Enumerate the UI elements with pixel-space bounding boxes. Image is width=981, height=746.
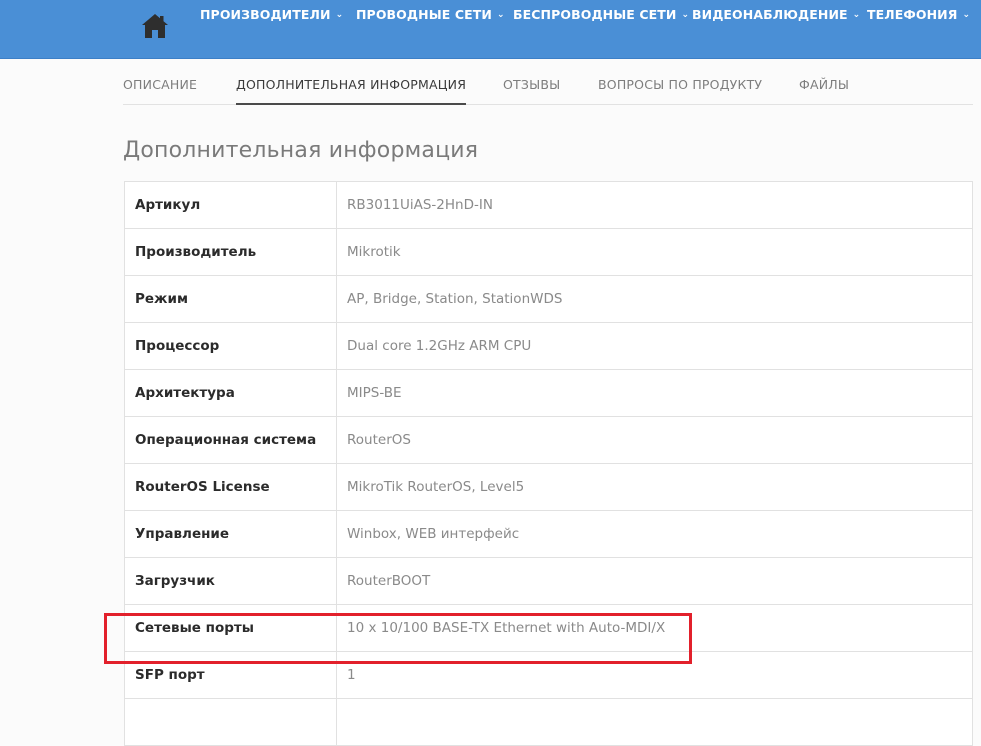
- tab-reviews[interactable]: ОТЗЫВЫ: [503, 77, 560, 92]
- spec-key: RouterOS License: [124, 463, 337, 511]
- nav-item-wireless-networks[interactable]: БЕСПРОВОДНЫЕ СЕТИ ⌄: [513, 7, 689, 22]
- spec-key: Загрузчик: [124, 557, 337, 605]
- spec-key: SFP порт: [124, 651, 337, 699]
- specs-table: Артикул RB3011UiAS-2HnD-IN Производитель M…: [124, 181, 973, 746]
- spec-value: AP, Bridge, Station, StationWDS: [336, 275, 973, 323]
- chevron-down-icon: ⌄: [335, 10, 344, 20]
- nav-item-video-surveillance[interactable]: ВИДЕОНАБЛЮДЕНИЕ ⌄: [692, 7, 860, 22]
- table-row: Режим AP, Bridge, Station, StationWDS: [124, 275, 973, 323]
- spec-value: RB3011UiAS-2HnD-IN: [336, 181, 973, 229]
- spec-value: 1: [336, 651, 973, 699]
- table-row: Производитель Mikrotik: [124, 228, 973, 276]
- chevron-down-icon: ⌄: [962, 10, 971, 20]
- table-row: Операционная система RouterOS: [124, 416, 973, 464]
- spec-key: [124, 698, 337, 746]
- spec-key: Сетевые порты: [124, 604, 337, 652]
- table-row: Сетевые порты 10 x 10/100 BASE-TX Etherne…: [124, 604, 973, 652]
- table-row: Артикул RB3011UiAS-2HnD-IN: [124, 181, 973, 229]
- tab-product-questions[interactable]: ВОПРОСЫ ПО ПРОДУКТУ: [598, 77, 762, 92]
- nav-item-telephony[interactable]: ТЕЛЕФОНИЯ ⌄: [867, 7, 970, 22]
- nav-item-manufacturers[interactable]: ПРОИЗВОДИТЕЛИ ⌄: [200, 7, 343, 22]
- tab-files[interactable]: ФАЙЛЫ: [799, 77, 849, 92]
- spec-value: Mikrotik: [336, 228, 973, 276]
- table-row: [124, 698, 973, 746]
- spec-key: Управление: [124, 510, 337, 558]
- nav-item-wired-networks[interactable]: ПРОВОДНЫЕ СЕТИ ⌄: [356, 7, 505, 22]
- table-row: Загрузчик RouterBOOT: [124, 557, 973, 605]
- table-row: RouterOS License MikroTik RouterOS, Level…: [124, 463, 973, 511]
- chevron-down-icon: ⌄: [496, 10, 505, 20]
- table-row: SFP порт 1: [124, 651, 973, 699]
- spec-key: Режим: [124, 275, 337, 323]
- chevron-down-icon: ⌄: [852, 10, 861, 20]
- spec-value: RouterBOOT: [336, 557, 973, 605]
- chevron-down-icon: ⌄: [681, 10, 690, 20]
- tab-additional-info[interactable]: ДОПОЛНИТЕЛЬНАЯ ИНФОРМАЦИЯ: [236, 77, 467, 105]
- spec-key: Артикул: [124, 181, 337, 229]
- table-row: Процессор Dual core 1.2GHz ARM CPU: [124, 322, 973, 370]
- top-navigation-bar: ПРОИЗВОДИТЕЛИ ⌄ ПРОВОДНЫЕ СЕТИ ⌄ БЕСПРОВОД…: [0, 0, 981, 59]
- spec-key: Архитектура: [124, 369, 337, 417]
- tab-description[interactable]: ОПИСАНИЕ: [123, 77, 197, 92]
- section-title: Дополнительная информация: [123, 138, 479, 163]
- spec-key: Производитель: [124, 228, 337, 276]
- table-row: Архитектура MIPS-BE: [124, 369, 973, 417]
- spec-value: MIPS-BE: [336, 369, 973, 417]
- product-tabs: ОПИСАНИЕ ДОПОЛНИТЕЛЬНАЯ ИНФОРМАЦИЯ ОТЗЫВ…: [123, 58, 973, 105]
- spec-value: 10 x 10/100 BASE-TX Ethernet with Auto-M…: [336, 604, 973, 652]
- table-row: Управление Winbox, WEB интерфейс: [124, 510, 973, 558]
- spec-value: [336, 698, 973, 746]
- spec-value: RouterOS: [336, 416, 973, 464]
- spec-value: Winbox, WEB интерфейс: [336, 510, 973, 558]
- home-icon[interactable]: [140, 12, 170, 40]
- spec-value: MikroTik RouterOS, Level5: [336, 463, 973, 511]
- spec-key: Операционная система: [124, 416, 337, 464]
- spec-key: Процессор: [124, 322, 337, 370]
- spec-value: Dual core 1.2GHz ARM CPU: [336, 322, 973, 370]
